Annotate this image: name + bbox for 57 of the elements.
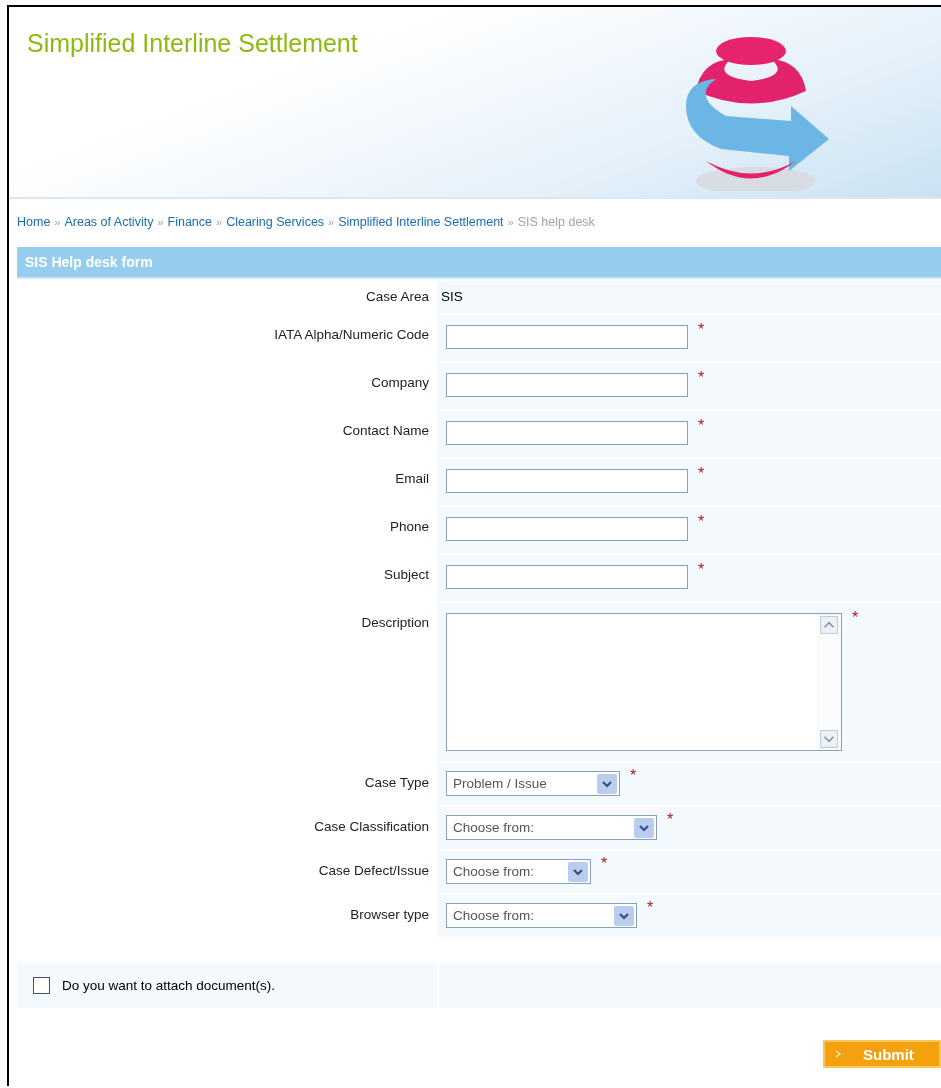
required-mark: * bbox=[647, 899, 654, 917]
required-mark: * bbox=[852, 609, 859, 627]
field-label: Case Type bbox=[364, 775, 429, 790]
input-field[interactable] bbox=[446, 421, 688, 445]
field-label: Subject bbox=[383, 567, 429, 582]
checkbox[interactable] bbox=[33, 977, 50, 994]
required-mark: * bbox=[698, 321, 705, 339]
scrollbar[interactable] bbox=[817, 614, 841, 750]
breadcrumb-link[interactable]: Simplified Interline Settlement bbox=[338, 215, 504, 229]
input-field[interactable] bbox=[446, 325, 688, 349]
description-field[interactable] bbox=[446, 613, 842, 751]
dropdown[interactable]: Choose from: bbox=[446, 859, 591, 884]
breadcrumb-link[interactable]: Clearing Services bbox=[226, 215, 325, 229]
scroll-down-icon[interactable] bbox=[819, 730, 839, 748]
dropdown[interactable]: Choose from: bbox=[446, 903, 637, 928]
field-label: Description bbox=[361, 615, 429, 630]
field-label: Case Defect/Issue bbox=[318, 863, 429, 878]
caret-icon bbox=[568, 861, 588, 882]
required-mark: * bbox=[698, 465, 705, 483]
required-mark: * bbox=[667, 811, 674, 829]
required-mark: * bbox=[698, 513, 705, 531]
field-label: Phone bbox=[389, 519, 429, 534]
field-label: Case Classification bbox=[314, 819, 429, 834]
input-field[interactable] bbox=[446, 373, 688, 397]
field-label: Company bbox=[371, 375, 429, 390]
field-label: Email bbox=[395, 471, 429, 486]
breadcrumb-separator: » bbox=[328, 216, 335, 228]
input-field[interactable] bbox=[446, 565, 688, 589]
field-value: SIS bbox=[441, 289, 463, 304]
caret-icon bbox=[597, 773, 617, 794]
dropdown[interactable]: Choose from: bbox=[446, 815, 657, 840]
field-label: Contact Name bbox=[342, 423, 429, 438]
required-mark: * bbox=[630, 767, 637, 785]
required-mark: * bbox=[698, 369, 705, 387]
breadcrumb-link[interactable]: Areas of Activity bbox=[64, 215, 154, 229]
breadcrumb-separator: » bbox=[507, 216, 514, 228]
field-label: Browser type bbox=[350, 907, 429, 922]
required-mark: * bbox=[601, 855, 608, 873]
breadcrumb-separator: » bbox=[54, 216, 61, 228]
breadcrumb-separator: » bbox=[157, 216, 164, 228]
required-mark: * bbox=[698, 417, 705, 435]
breadcrumb-link[interactable]: Finance bbox=[167, 215, 212, 229]
site-title: Simplified Interline Settlement bbox=[27, 29, 358, 58]
field-label: IATA Alpha/Numeric Code bbox=[274, 327, 429, 342]
current-page-label: SIS help desk bbox=[517, 215, 595, 229]
form-title: SIS Help desk form bbox=[17, 247, 941, 279]
dropdown[interactable]: Problem / Issue bbox=[446, 771, 620, 796]
breadcrumb-link[interactable]: Home bbox=[17, 215, 51, 229]
required-mark: * bbox=[698, 561, 705, 579]
breadcrumb-separator: » bbox=[216, 216, 223, 228]
field-label: Case Area bbox=[365, 289, 429, 304]
caret-icon bbox=[614, 905, 634, 926]
input-field[interactable] bbox=[446, 517, 688, 541]
checkbox-label: Do you want to attach document(s). bbox=[62, 978, 276, 993]
input-field[interactable] bbox=[446, 469, 688, 493]
caret-icon bbox=[634, 817, 654, 838]
scroll-up-icon[interactable] bbox=[819, 616, 839, 634]
